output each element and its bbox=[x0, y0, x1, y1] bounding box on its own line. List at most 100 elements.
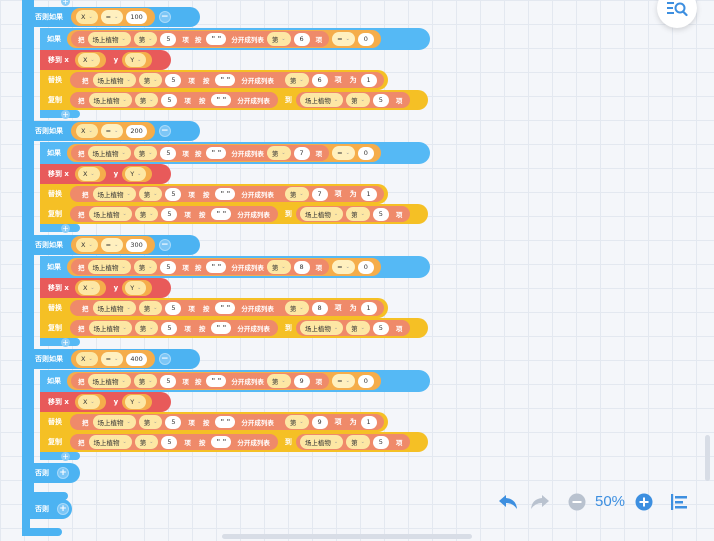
separator-input[interactable]: " " bbox=[211, 436, 232, 448]
else-block[interactable]: 否则 + bbox=[22, 463, 80, 483]
var-dropdown[interactable]: Y ⌄ bbox=[125, 53, 147, 67]
if-block[interactable]: 如果 把 场上植物 ⌄ 第 ⌄ 5 项 按 " " 分开成列表 第 ⌄ 6 项 = ⌄ … bbox=[40, 28, 430, 50]
index-input[interactable]: 5 bbox=[372, 435, 389, 449]
list-item-expression[interactable]: 把 场上植物 ⌄ 第 ⌄ 5 项 按 " " 分开成列表 bbox=[70, 434, 278, 450]
var-dropdown[interactable]: Y ⌄ bbox=[125, 281, 147, 295]
nth-dropdown[interactable]: 第 ⌄ bbox=[266, 260, 291, 274]
separator-input[interactable]: " " bbox=[215, 416, 236, 428]
y-arg[interactable]: Y ⌄ bbox=[122, 394, 153, 410]
condition-expression[interactable]: 把 场上植物 ⌄ 第 ⌄ 5 项 按 " " 分开成列表 第 ⌄ 7 项 = ⌄ 0 bbox=[67, 144, 381, 162]
index-input[interactable]: 5 bbox=[161, 321, 178, 335]
list-dropdown[interactable]: 场上植物 ⌄ bbox=[92, 415, 136, 429]
replace-value-input[interactable]: 1 bbox=[360, 415, 377, 429]
redo-button[interactable] bbox=[528, 490, 552, 514]
x-value-input[interactable]: 400 bbox=[126, 352, 147, 366]
list-item-expression[interactable]: 把 场上植物 ⌄ 第 ⌄ 5 项 按 " " 分开成列表 bbox=[70, 92, 278, 108]
list-item-expression[interactable]: 把 场上植物 ⌄ 第 ⌄ 5 项 按 " " 分开成列表 bbox=[74, 186, 282, 202]
separator-input[interactable]: " " bbox=[206, 375, 227, 387]
target-list-expression[interactable]: 场上植物 ⌄ 第 ⌄ 5 项 bbox=[295, 320, 411, 336]
list-dropdown[interactable]: 场上植物 ⌄ bbox=[92, 187, 136, 201]
nth-dropdown[interactable]: 第 ⌄ bbox=[284, 301, 309, 315]
remove-branch-icon[interactable]: − bbox=[158, 239, 171, 251]
list-dropdown[interactable]: 场上植物 ⌄ bbox=[299, 435, 344, 449]
nth-dropdown[interactable]: 第 ⌄ bbox=[346, 93, 370, 107]
remove-branch-icon[interactable]: − bbox=[158, 353, 171, 365]
add-branch-icon[interactable]: + bbox=[57, 503, 69, 515]
nth-dropdown[interactable]: 第 ⌄ bbox=[138, 301, 163, 315]
nth-dropdown[interactable]: 第 ⌄ bbox=[266, 32, 291, 46]
y-arg[interactable]: Y ⌄ bbox=[122, 166, 153, 182]
nth-dropdown[interactable]: 第 ⌄ bbox=[134, 321, 159, 335]
replace-block[interactable]: 替换 把 场上植物 ⌄ 第 ⌄ 5 项 按 " " 分开成列表 第 ⌄ 7 项 为 1 bbox=[40, 184, 388, 204]
x-arg[interactable]: X ⌄ bbox=[74, 280, 106, 296]
separator-input[interactable]: " " bbox=[215, 74, 236, 86]
if-block[interactable]: 如果 把 场上植物 ⌄ 第 ⌄ 5 项 按 " " 分开成列表 第 ⌄ 9 项 = ⌄ … bbox=[40, 370, 430, 392]
separator-input[interactable]: " " bbox=[206, 33, 227, 45]
list-item-expression[interactable]: 把 场上植物 ⌄ 第 ⌄ 5 项 按 " " 分开成列表 bbox=[70, 206, 278, 222]
undo-button[interactable] bbox=[496, 490, 520, 514]
index-input[interactable]: 5 bbox=[160, 260, 177, 274]
add-statement-icon[interactable]: + bbox=[61, 338, 70, 347]
y-arg[interactable]: Y ⌄ bbox=[122, 280, 153, 296]
move-to-block[interactable]: 移到 x X ⌄ y Y ⌄ bbox=[40, 392, 171, 412]
condition-expression[interactable]: 把 场上植物 ⌄ 第 ⌄ 5 项 按 " " 分开成列表 第 ⌄ 8 项 = ⌄ 0 bbox=[67, 258, 381, 276]
if-block[interactable]: 如果 把 场上植物 ⌄ 第 ⌄ 5 项 按 " " 分开成列表 第 ⌄ 8 项 = ⌄ … bbox=[40, 256, 430, 278]
list-item-expression[interactable]: 把 场上植物 ⌄ 第 ⌄ 5 项 按 " " 分开成列表 第 ⌄ 8 项 bbox=[71, 259, 330, 275]
nth-dropdown[interactable]: 第 ⌄ bbox=[284, 187, 309, 201]
replace-expression[interactable]: 把 场上植物 ⌄ 第 ⌄ 5 项 按 " " 分开成列表 第 ⌄ 8 项 为 1 bbox=[70, 300, 384, 316]
move-to-block[interactable]: 移到 x X ⌄ y Y ⌄ bbox=[40, 278, 171, 298]
index-input[interactable]: 5 bbox=[160, 32, 177, 46]
move-to-block[interactable]: 移到 x X ⌄ y Y ⌄ bbox=[40, 50, 171, 70]
replace-block[interactable]: 替换 把 场上植物 ⌄ 第 ⌄ 5 项 按 " " 分开成列表 第 ⌄ 8 项 为 1 bbox=[40, 298, 388, 318]
var-dropdown[interactable]: X ⌄ bbox=[76, 124, 98, 138]
index-input[interactable]: 5 bbox=[161, 207, 178, 221]
nth-dropdown[interactable]: 第 ⌄ bbox=[138, 187, 163, 201]
target-list-expression[interactable]: 场上植物 ⌄ 第 ⌄ 5 项 bbox=[295, 434, 411, 450]
index-input[interactable]: 6 bbox=[293, 32, 310, 46]
condition-expression[interactable]: 把 场上植物 ⌄ 第 ⌄ 5 项 按 " " 分开成列表 第 ⌄ 6 项 = ⌄ 0 bbox=[67, 30, 381, 48]
nth-dropdown[interactable]: 第 ⌄ bbox=[284, 73, 309, 87]
var-dropdown[interactable]: X ⌄ bbox=[77, 167, 100, 181]
operator-dropdown[interactable]: = ⌄ bbox=[100, 124, 124, 138]
nth-dropdown[interactable]: 第 ⌄ bbox=[133, 260, 158, 274]
replace-value-input[interactable]: 1 bbox=[360, 73, 377, 87]
x-arg[interactable]: X ⌄ bbox=[74, 166, 106, 182]
var-dropdown[interactable]: X ⌄ bbox=[77, 281, 100, 295]
condition-pill[interactable]: X ⌄ = ⌄ 300 bbox=[71, 236, 155, 254]
separator-input[interactable]: " " bbox=[211, 94, 232, 106]
separator-input[interactable]: " " bbox=[211, 322, 232, 334]
operator-dropdown[interactable]: = ⌄ bbox=[332, 146, 355, 160]
compare-value-input[interactable]: 0 bbox=[357, 260, 374, 274]
replace-expression[interactable]: 把 场上植物 ⌄ 第 ⌄ 5 项 按 " " 分开成列表 第 ⌄ 6 项 为 1 bbox=[70, 72, 384, 88]
var-dropdown[interactable]: X ⌄ bbox=[76, 352, 98, 366]
nth-dropdown[interactable]: 第 ⌄ bbox=[134, 93, 159, 107]
operator-dropdown[interactable]: = ⌄ bbox=[332, 374, 355, 388]
nth-dropdown[interactable]: 第 ⌄ bbox=[346, 207, 370, 221]
replace-block[interactable]: 替换 把 场上植物 ⌄ 第 ⌄ 5 项 按 " " 分开成列表 第 ⌄ 9 项 为 1 bbox=[40, 412, 388, 432]
index-input[interactable]: 5 bbox=[165, 73, 182, 87]
list-item-expression[interactable]: 把 场上植物 ⌄ 第 ⌄ 5 项 按 " " 分开成列表 bbox=[74, 300, 282, 316]
list-dropdown[interactable]: 场上植物 ⌄ bbox=[88, 435, 132, 449]
index-input[interactable]: 5 bbox=[372, 207, 389, 221]
condition-pill[interactable]: X ⌄ = ⌄ 100 bbox=[71, 8, 155, 26]
remove-branch-icon[interactable]: − bbox=[158, 125, 171, 137]
nth-dropdown[interactable]: 第 ⌄ bbox=[346, 321, 370, 335]
nth-dropdown[interactable]: 第 ⌄ bbox=[138, 73, 163, 87]
operator-dropdown[interactable]: = ⌄ bbox=[100, 10, 124, 24]
y-arg[interactable]: Y ⌄ bbox=[122, 52, 153, 68]
add-branch-icon[interactable]: + bbox=[57, 467, 69, 479]
copy-block[interactable]: 复制 把 场上植物 ⌄ 第 ⌄ 5 项 按 " " 分开成列表 到 场上植物 ⌄ 第 ⌄… bbox=[40, 432, 428, 452]
list-dropdown[interactable]: 场上植物 ⌄ bbox=[92, 301, 136, 315]
zoom-in-button[interactable] bbox=[634, 492, 654, 512]
code-canvas[interactable]: + 否则如果 X ⌄ = ⌄ 100 − 如果 把 场上植物 ⌄ 第 ⌄ 5 项 按 "… bbox=[0, 0, 714, 541]
index-input[interactable]: 9 bbox=[311, 415, 328, 429]
list-dropdown[interactable]: 场上植物 ⌄ bbox=[87, 32, 131, 46]
separator-input[interactable]: " " bbox=[206, 261, 227, 273]
nth-dropdown[interactable]: 第 ⌄ bbox=[133, 374, 158, 388]
horizontal-scrollbar[interactable] bbox=[222, 534, 472, 539]
index-input[interactable]: 5 bbox=[165, 187, 182, 201]
target-list-expression[interactable]: 场上植物 ⌄ 第 ⌄ 5 项 bbox=[295, 92, 411, 108]
operator-dropdown[interactable]: = ⌄ bbox=[332, 32, 355, 46]
nth-dropdown[interactable]: 第 ⌄ bbox=[138, 415, 163, 429]
index-input[interactable]: 8 bbox=[293, 260, 310, 274]
